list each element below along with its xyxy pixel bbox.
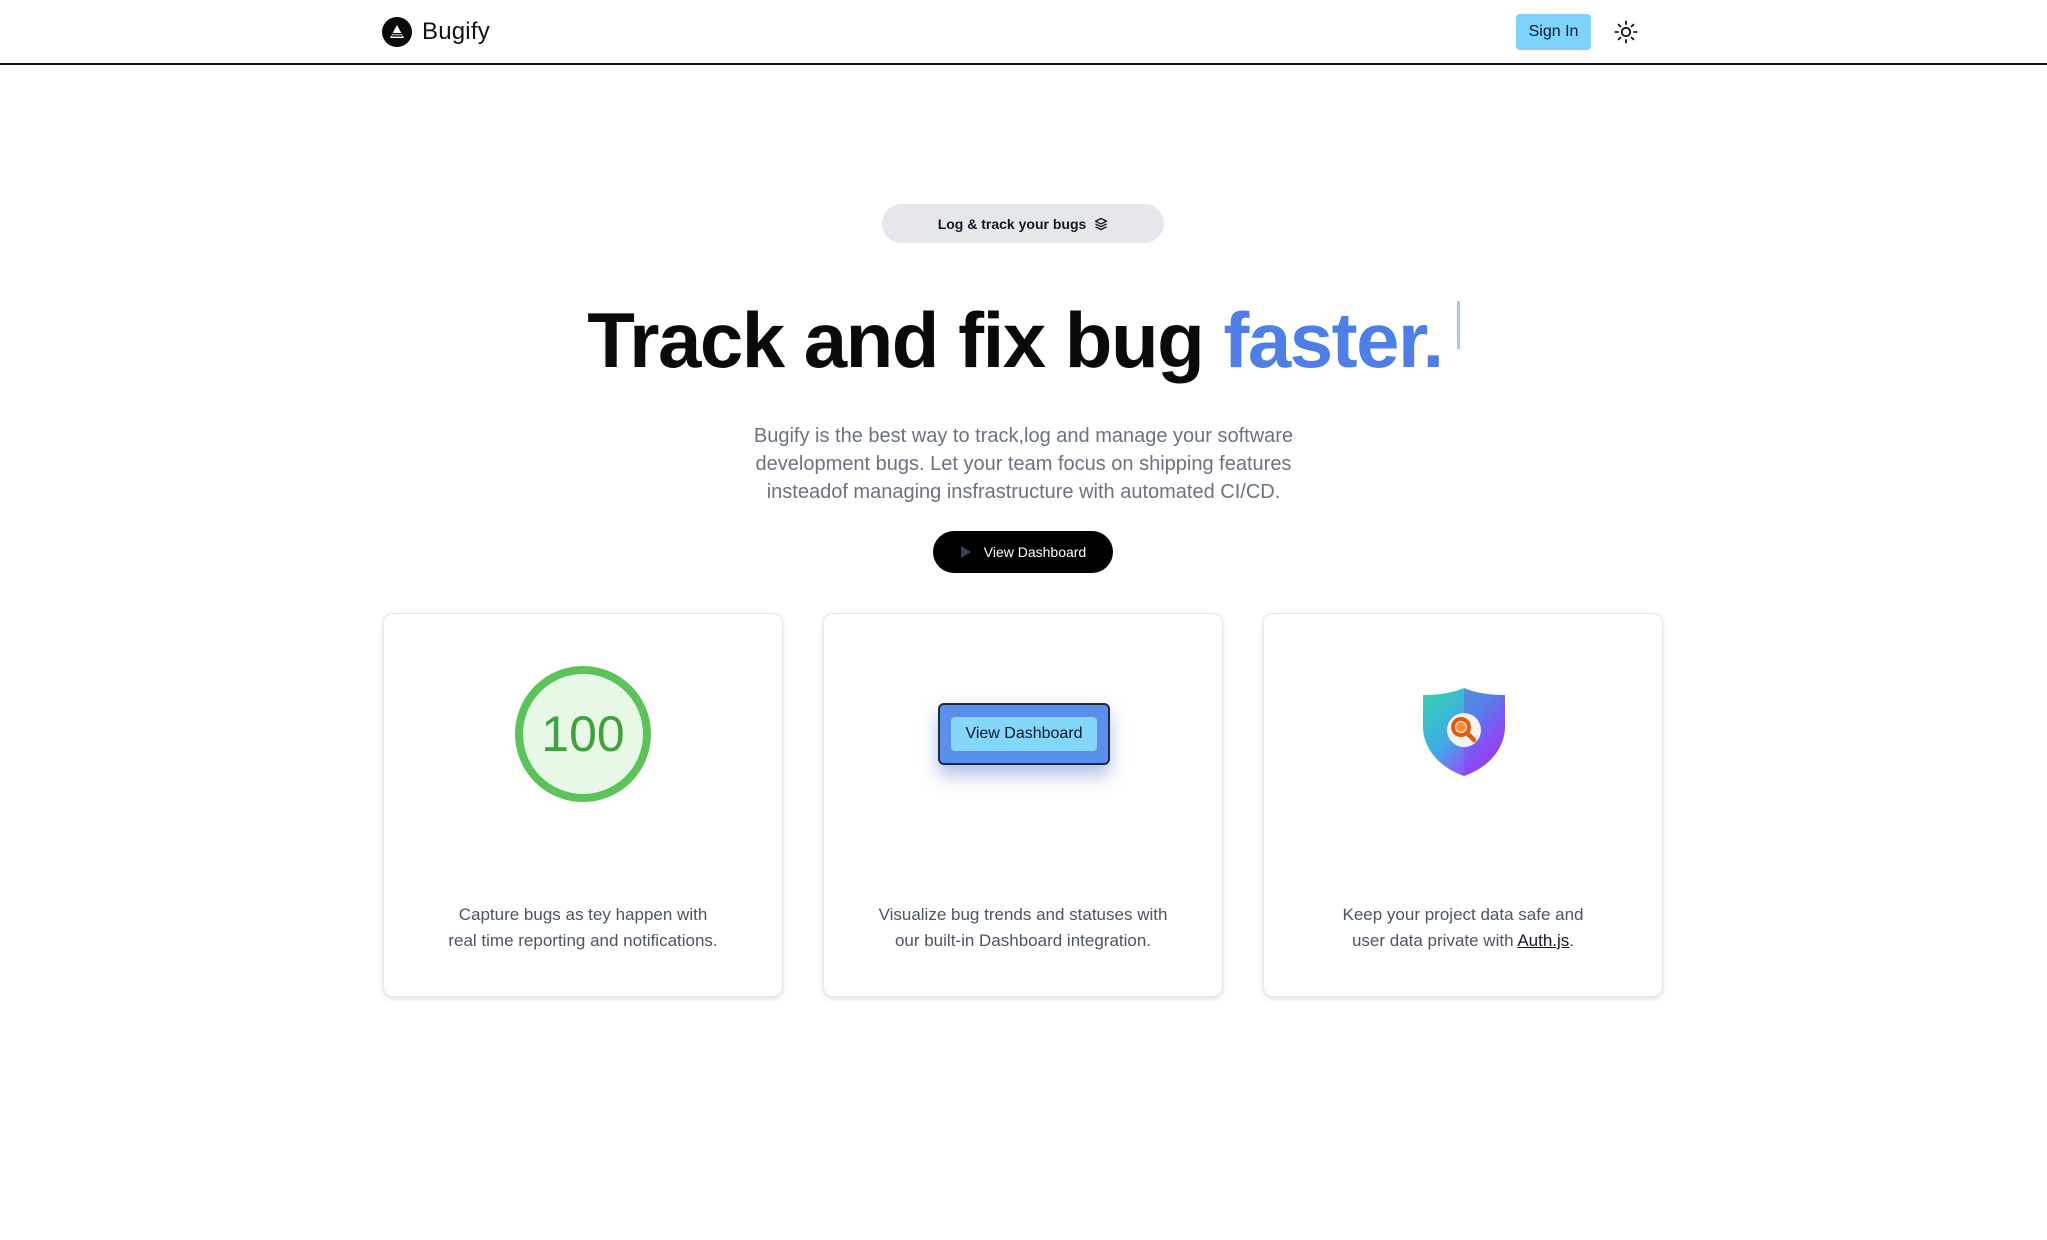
hero-badge: Log & track your bugs [882,204,1164,243]
score-badge: 100 [515,666,651,802]
feature-line: real time reporting and notifications. [448,931,718,950]
layers-icon [1095,217,1108,230]
hero-badge-label: Log & track your bugs [937,215,1087,232]
play-icon [960,546,971,558]
illustration-button-label: View Dashboard [951,717,1097,751]
feature-description: Capture bugs as tey happen with real tim… [384,902,782,954]
sun-icon [1614,20,1638,44]
hero-title-accent: faster. [1223,296,1444,384]
sign-in-button[interactable]: Sign In [1516,14,1591,50]
feature-description: Keep your project data safe and user dat… [1264,902,1662,954]
bugify-logo-icon [382,17,412,47]
brand-name: Bugify [422,18,490,45]
view-dashboard-button[interactable]: View Dashboard [933,531,1113,573]
shield-search-icon [1423,688,1505,776]
feature-line: Visualize bug trends and statuses with [878,905,1168,924]
hero-subtitle-line: insteadof managing insfrastructure with … [766,481,1281,503]
feature-card-dashboard: View Dashboard Visualize bug trends and … [823,613,1223,997]
view-dashboard-label: View Dashboard [983,544,1087,560]
navbar: Bugify Sign In [0,0,2047,65]
feature-line: Capture bugs as tey happen with [458,905,708,924]
feature-line: Keep your project data safe and [1342,905,1584,924]
brand-link[interactable]: Bugify [382,16,490,48]
feature-line: our built-in Dashboard integration. [894,931,1152,950]
hero-title-main: Track and fix bug [587,296,1224,384]
theme-toggle-button[interactable] [1610,16,1642,48]
typing-caret [1456,301,1460,349]
hero-subtitle-line: Bugify is the best way to track,log and … [753,425,1294,447]
dashboard-button-illustration: View Dashboard [938,703,1110,765]
feature-card-realtime: 100 Capture bugs as tey happen with real… [383,613,783,997]
feature-line-suffix: . [1569,931,1575,950]
hero-subtitle: Bugify is the best way to track,log and … [740,422,1307,506]
feature-line: user data private with Auth.js. [1264,928,1662,954]
hero-title: Track and fix bug faster. [0,290,2047,390]
authjs-link[interactable]: Auth.js [1517,931,1569,950]
feature-card-security: Keep your project data safe and user dat… [1263,613,1663,997]
feature-line-prefix: user data private with [1351,931,1518,950]
hero-subtitle-line: development bugs. Let your team focus on… [755,453,1292,475]
feature-description: Visualize bug trends and statuses with o… [824,902,1222,954]
